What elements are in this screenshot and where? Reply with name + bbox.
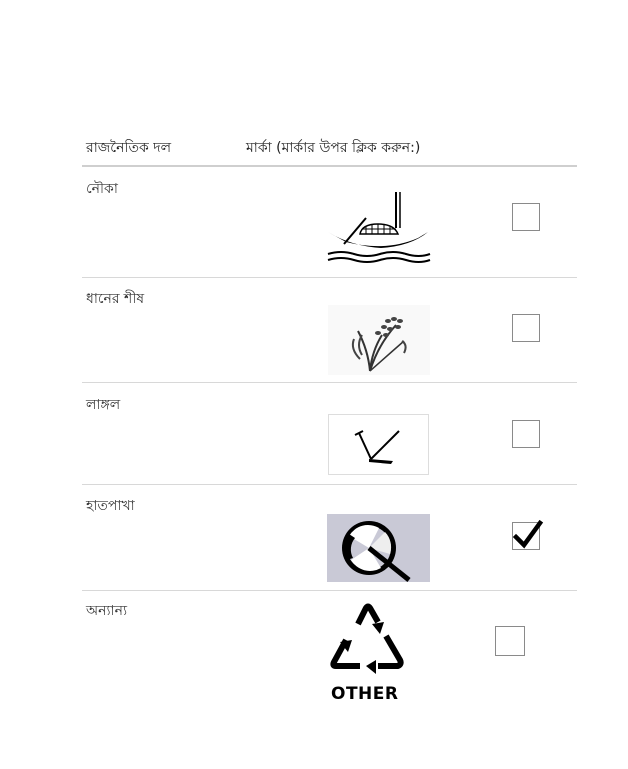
row-divider <box>82 382 577 383</box>
recycle-other-icon[interactable] <box>322 600 414 682</box>
party-name: লাঙ্গল <box>86 397 121 413</box>
select-checkbox[interactable] <box>512 203 540 231</box>
other-symbol-label: OTHER <box>331 684 399 704</box>
symbol-column-header: মার্কা (মার্কার উপর ক্লিক করুন:) <box>246 140 421 156</box>
select-checkbox[interactable] <box>512 519 544 550</box>
paddy-sheaf-icon[interactable] <box>328 305 430 375</box>
select-checkbox[interactable] <box>512 420 540 448</box>
plough-icon[interactable] <box>328 414 429 475</box>
party-name: অন্যান্য <box>86 603 128 619</box>
boat-icon[interactable] <box>326 190 432 266</box>
party-column-header: রাজনৈতিক দল <box>86 140 172 156</box>
header-divider <box>82 165 577 167</box>
select-checkbox[interactable] <box>512 314 540 342</box>
hand-fan-icon[interactable] <box>327 514 430 582</box>
select-checkbox[interactable] <box>495 626 525 656</box>
party-name: নৌকা <box>86 181 118 197</box>
row-divider <box>82 590 577 591</box>
row-divider <box>82 277 577 278</box>
row-divider <box>82 484 577 485</box>
party-name: হাতপাখা <box>86 498 135 514</box>
party-name: ধানের শীষ <box>86 291 145 307</box>
checkmark-icon <box>512 519 544 549</box>
